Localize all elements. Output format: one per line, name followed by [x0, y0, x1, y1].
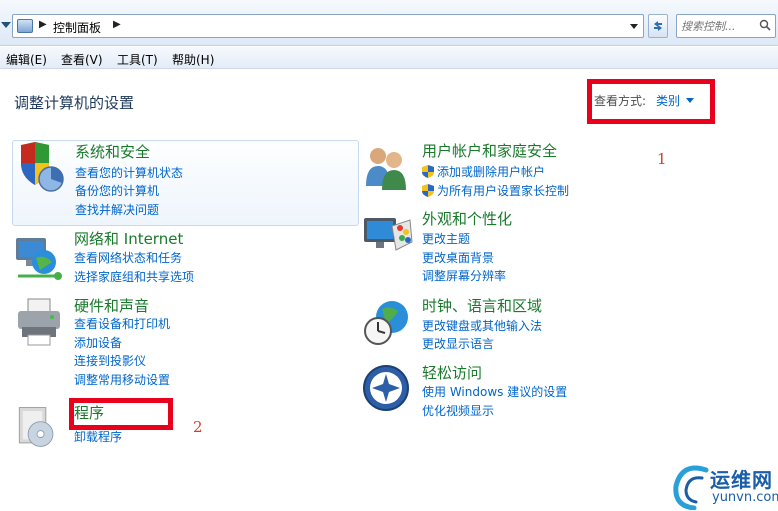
logo-swirl-icon [673, 465, 709, 510]
link-backup-computer[interactable]: 备份您的计算机 [75, 182, 159, 199]
breadcrumb-separator-icon[interactable]: ▶ [113, 19, 121, 30]
shield-chart-icon [21, 142, 64, 192]
clock-globe-icon [364, 301, 408, 345]
category-programs[interactable]: 程序 卸载程序 [12, 402, 359, 448]
link-change-display-language[interactable]: 更改显示语言 [422, 335, 494, 352]
link-devices-printers[interactable]: 查看设备和打印机 [74, 315, 170, 332]
category-title[interactable]: 轻松访问 [422, 362, 482, 383]
link-label[interactable]: 为所有用户设置家长控制 [437, 184, 569, 198]
category-title[interactable]: 外观和个性化 [422, 208, 512, 229]
link-view-network-status[interactable]: 查看网络状态和任务 [74, 249, 182, 266]
address-bar-area: ▶ 控制面板 ▶ [0, 0, 778, 46]
annotation-number-1: 1 [657, 150, 667, 168]
address-history-dropdown-icon[interactable] [627, 18, 641, 34]
annotation-box-view-by [587, 79, 715, 124]
menu-help[interactable]: 帮助(H) [172, 51, 214, 68]
category-network-internet[interactable]: 网络和 Internet 查看网络状态和任务 选择家庭组和共享选项 [12, 228, 359, 286]
link-homegroup-sharing[interactable]: 选择家庭组和共享选项 [74, 268, 194, 285]
refresh-button[interactable] [648, 14, 668, 38]
refresh-icon [654, 21, 662, 31]
link-connect-projector[interactable]: 连接到投影仪 [74, 352, 146, 369]
watermark-cn: 运维网 [710, 468, 773, 492]
breadcrumb-separator-icon[interactable]: ▶ [39, 19, 47, 30]
search-icon[interactable] [759, 19, 771, 31]
link-change-keyboard[interactable]: 更改键盘或其他输入法 [422, 317, 542, 334]
uac-shield-icon [422, 165, 434, 178]
category-system-security[interactable]: 系统和安全 查看您的计算机状态 备份您的计算机 查找并解决问题 [12, 140, 359, 226]
printer-icon [18, 298, 60, 346]
page-title: 调整计算机的设置 [14, 94, 135, 112]
nav-dropdown-icon[interactable] [1, 22, 11, 28]
category-appearance[interactable]: 外观和个性化 更改主题 更改桌面背景 调整屏幕分辨率 [360, 208, 720, 284]
link-add-remove-accounts[interactable]: 添加或删除用户帐户 [422, 163, 545, 180]
link-parental-controls[interactable]: 为所有用户设置家长控制 [422, 182, 569, 199]
category-hardware-sound[interactable]: 硬件和声音 查看设备和打印机 添加设备 连接到投影仪 调整常用移动设置 [12, 295, 359, 391]
search-box[interactable] [676, 14, 776, 38]
menu-view[interactable]: 查看(V) [61, 51, 103, 68]
category-title[interactable]: 时钟、语言和区域 [422, 295, 542, 316]
category-title[interactable]: 硬件和声音 [74, 295, 149, 316]
watermark-logo: 运维网 yunvn.com [672, 460, 778, 511]
link-troubleshoot[interactable]: 查找并解决问题 [75, 201, 159, 218]
link-uninstall-program[interactable]: 卸载程序 [74, 428, 122, 445]
network-globe-icon [16, 238, 62, 280]
link-label[interactable]: 添加或删除用户帐户 [437, 165, 545, 179]
search-input[interactable] [681, 18, 751, 34]
uac-shield-icon [422, 184, 434, 197]
link-mobility-settings[interactable]: 调整常用移动设置 [74, 371, 170, 388]
link-change-theme[interactable]: 更改主题 [422, 230, 470, 247]
category-title[interactable]: 系统和安全 [75, 141, 150, 162]
link-change-desktop-background[interactable]: 更改桌面背景 [422, 249, 494, 266]
link-recommended-settings[interactable]: 使用 Windows 建议的设置 [422, 383, 567, 400]
link-optimize-video[interactable]: 优化视频显示 [422, 402, 494, 419]
category-title[interactable]: 用户帐户和家庭安全 [422, 140, 557, 161]
category-clock-language-region[interactable]: 时钟、语言和区域 更改键盘或其他输入法 更改显示语言 [360, 295, 720, 353]
link-view-computer-status[interactable]: 查看您的计算机状态 [75, 164, 183, 181]
category-title[interactable]: 网络和 Internet [74, 228, 183, 249]
watermark-en: yunvn.com [712, 490, 778, 505]
link-screen-resolution[interactable]: 调整屏幕分辨率 [422, 267, 506, 284]
annotation-number-2: 2 [193, 418, 203, 436]
menu-edit[interactable]: 编辑(E) [6, 51, 47, 68]
monitor-palette-icon [364, 218, 413, 251]
control-panel-icon [17, 19, 33, 33]
category-user-accounts[interactable]: 用户帐户和家庭安全 添加或删除用户帐户 为所有用户设置家长控制 [360, 140, 720, 198]
content-area: 调整计算机的设置 查看方式: 类别 系统和安全 查看您的计算机状态 备份您的计算… [0, 70, 778, 511]
menu-bar: 编辑(E) 查看(V) 工具(T) 帮助(H) [0, 47, 778, 69]
users-icon [366, 148, 406, 190]
link-add-device[interactable]: 添加设备 [74, 334, 122, 351]
breadcrumb-control-panel[interactable]: 控制面板 [53, 19, 101, 36]
programs-cd-icon [18, 407, 54, 447]
category-ease-of-access[interactable]: 轻松访问 使用 Windows 建议的设置 优化视频显示 [360, 362, 720, 420]
ease-of-access-icon [363, 365, 409, 411]
annotation-box-programs [69, 398, 173, 430]
menu-tools[interactable]: 工具(T) [117, 51, 158, 68]
address-box[interactable]: ▶ 控制面板 ▶ [12, 14, 644, 38]
